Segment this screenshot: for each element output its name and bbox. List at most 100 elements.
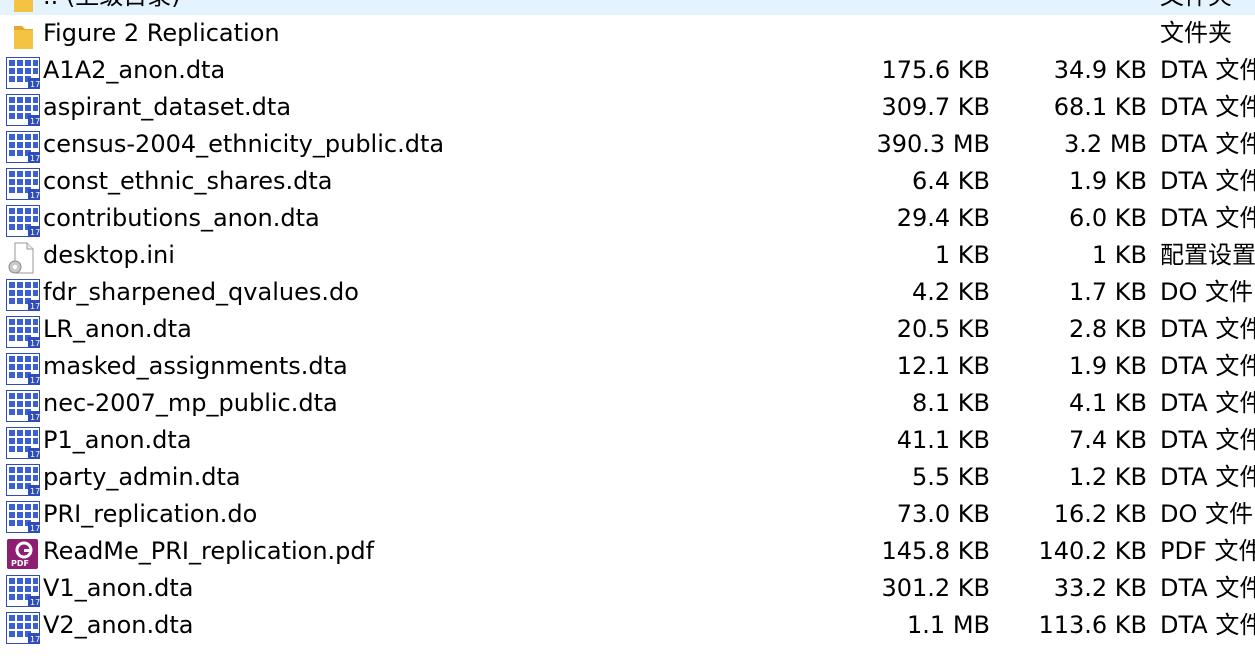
file-type: DTA 文件	[1160, 56, 1255, 84]
file-type: DTA 文件	[1160, 426, 1255, 454]
folder-icon	[6, 0, 40, 15]
svg-text:17: 17	[30, 191, 40, 200]
file-name: .. (上级目录)	[43, 0, 181, 15]
file-type: DTA 文件	[1160, 315, 1255, 343]
svg-text:17: 17	[30, 487, 40, 496]
svg-text:17: 17	[30, 154, 40, 163]
file-packed-size: 1 KB	[1091, 241, 1147, 269]
file-size: 1.1 MB	[907, 611, 990, 639]
file-name: contributions_anon.dta	[43, 204, 320, 232]
file-row[interactable]: 17 PRI_replication.do 73.0 KB 16.2 KB DO…	[0, 496, 1255, 533]
file-type: 文件夹	[1160, 0, 1232, 15]
file-row[interactable]: 17 V1_anon.dta 301.2 KB 33.2 KB DTA 文件	[0, 570, 1255, 607]
file-packed-size: 34.9 KB	[1053, 56, 1147, 84]
file-packed-size: 16.2 KB	[1053, 500, 1147, 528]
file-row[interactable]: PDF ReadMe_PRI_replication.pdf 145.8 KB …	[0, 533, 1255, 570]
file-name: V2_anon.dta	[43, 611, 194, 639]
file-type: DTA 文件	[1160, 611, 1255, 639]
file-type: DTA 文件	[1160, 352, 1255, 380]
stata-data-icon: 17	[6, 501, 40, 533]
file-size: 4.2 KB	[912, 278, 990, 306]
file-row[interactable]: Figure 2 Replication 文件夹	[0, 15, 1255, 52]
file-packed-size: 4.1 KB	[1069, 389, 1147, 417]
file-type: 配置设置	[1160, 241, 1255, 269]
file-packed-size: 7.4 KB	[1069, 426, 1147, 454]
stata-data-icon: 17	[6, 94, 40, 126]
file-type: DTA 文件	[1160, 574, 1255, 602]
file-size: 8.1 KB	[912, 389, 990, 417]
file-row[interactable]: desktop.ini 1 KB 1 KB 配置设置	[0, 237, 1255, 274]
file-name: party_admin.dta	[43, 463, 241, 491]
svg-text:17: 17	[30, 450, 40, 459]
file-row[interactable]: 17 A1A2_anon.dta 175.6 KB 34.9 KB DTA 文件	[0, 52, 1255, 89]
svg-text:17: 17	[30, 635, 40, 644]
file-name: nec-2007_mp_public.dta	[43, 389, 338, 417]
svg-text:PDF: PDF	[11, 559, 29, 568]
svg-text:17: 17	[30, 302, 40, 311]
file-row[interactable]: 17 const_ethnic_shares.dta 6.4 KB 1.9 KB…	[0, 163, 1255, 200]
svg-text:17: 17	[30, 598, 40, 607]
file-row[interactable]: 17 contributions_anon.dta 29.4 KB 6.0 KB…	[0, 200, 1255, 237]
file-size: 12.1 KB	[896, 352, 990, 380]
file-packed-size: 1.9 KB	[1069, 352, 1147, 380]
file-type: PDF 文件	[1160, 537, 1255, 565]
file-type: DTA 文件	[1160, 463, 1255, 491]
file-packed-size: 3.2 MB	[1064, 130, 1147, 158]
file-name: LR_anon.dta	[43, 315, 192, 343]
file-type: DTA 文件	[1160, 167, 1255, 195]
file-type: DO 文件	[1160, 500, 1253, 528]
file-size: 73.0 KB	[896, 500, 990, 528]
file-size: 29.4 KB	[896, 204, 990, 232]
file-packed-size: 6.0 KB	[1069, 204, 1147, 232]
stata-data-icon: 17	[6, 612, 40, 644]
stata-data-icon: 17	[6, 131, 40, 163]
file-name: PRI_replication.do	[43, 500, 258, 528]
file-packed-size: 1.7 KB	[1069, 278, 1147, 306]
file-packed-size: 33.2 KB	[1053, 574, 1147, 602]
file-row[interactable]: 17 aspirant_dataset.dta 309.7 KB 68.1 KB…	[0, 89, 1255, 126]
svg-text:17: 17	[30, 117, 40, 126]
file-size: 6.4 KB	[912, 167, 990, 195]
file-row[interactable]: 17 P1_anon.dta 41.1 KB 7.4 KB DTA 文件	[0, 422, 1255, 459]
file-name: desktop.ini	[43, 241, 175, 269]
pdf-icon: PDF	[6, 538, 40, 570]
file-size: 41.1 KB	[896, 426, 990, 454]
file-size: 145.8 KB	[881, 537, 990, 565]
stata-data-icon: 17	[6, 464, 40, 496]
file-type: DTA 文件	[1160, 204, 1255, 232]
file-size: 309.7 KB	[881, 93, 990, 121]
stata-data-icon: 17	[6, 427, 40, 459]
file-packed-size: 1.2 KB	[1069, 463, 1147, 491]
file-row[interactable]: .. (上级目录) 文件夹	[0, 0, 1255, 15]
file-size: 1 KB	[934, 241, 990, 269]
file-name: fdr_sharpened_qvalues.do	[43, 278, 359, 306]
file-row[interactable]: 17 census-2004_ethnicity_public.dta 390.…	[0, 126, 1255, 163]
file-name: P1_anon.dta	[43, 426, 192, 454]
stata-data-icon: 17	[6, 575, 40, 607]
svg-text:17: 17	[30, 376, 40, 385]
file-packed-size: 1.9 KB	[1069, 167, 1147, 195]
file-name: V1_anon.dta	[43, 574, 194, 602]
file-packed-size: 2.8 KB	[1069, 315, 1147, 343]
file-row[interactable]: 17 party_admin.dta 5.5 KB 1.2 KB DTA 文件	[0, 459, 1255, 496]
file-size: 20.5 KB	[896, 315, 990, 343]
stata-data-icon: 17	[6, 390, 40, 422]
file-row[interactable]: 17 V2_anon.dta 1.1 MB 113.6 KB DTA 文件	[0, 607, 1255, 644]
file-size: 390.3 MB	[876, 130, 990, 158]
file-name: aspirant_dataset.dta	[43, 93, 292, 121]
file-row[interactable]: 17 LR_anon.dta 20.5 KB 2.8 KB DTA 文件	[0, 311, 1255, 348]
file-packed-size: 68.1 KB	[1053, 93, 1147, 121]
file-name: Figure 2 Replication	[43, 19, 280, 47]
file-size: 175.6 KB	[881, 56, 990, 84]
settings-file-icon	[6, 242, 40, 274]
stata-data-icon: 17	[6, 279, 40, 311]
file-row[interactable]: 17 fdr_sharpened_qvalues.do 4.2 KB 1.7 K…	[0, 274, 1255, 311]
stata-data-icon: 17	[6, 316, 40, 348]
folder-icon	[6, 20, 40, 52]
file-type: DTA 文件	[1160, 130, 1255, 158]
file-row[interactable]: 17 nec-2007_mp_public.dta 8.1 KB 4.1 KB …	[0, 385, 1255, 422]
stata-data-icon: 17	[6, 168, 40, 200]
file-row[interactable]: 17 masked_assignments.dta 12.1 KB 1.9 KB…	[0, 348, 1255, 385]
svg-text:17: 17	[30, 413, 40, 422]
file-type: DTA 文件	[1160, 93, 1255, 121]
